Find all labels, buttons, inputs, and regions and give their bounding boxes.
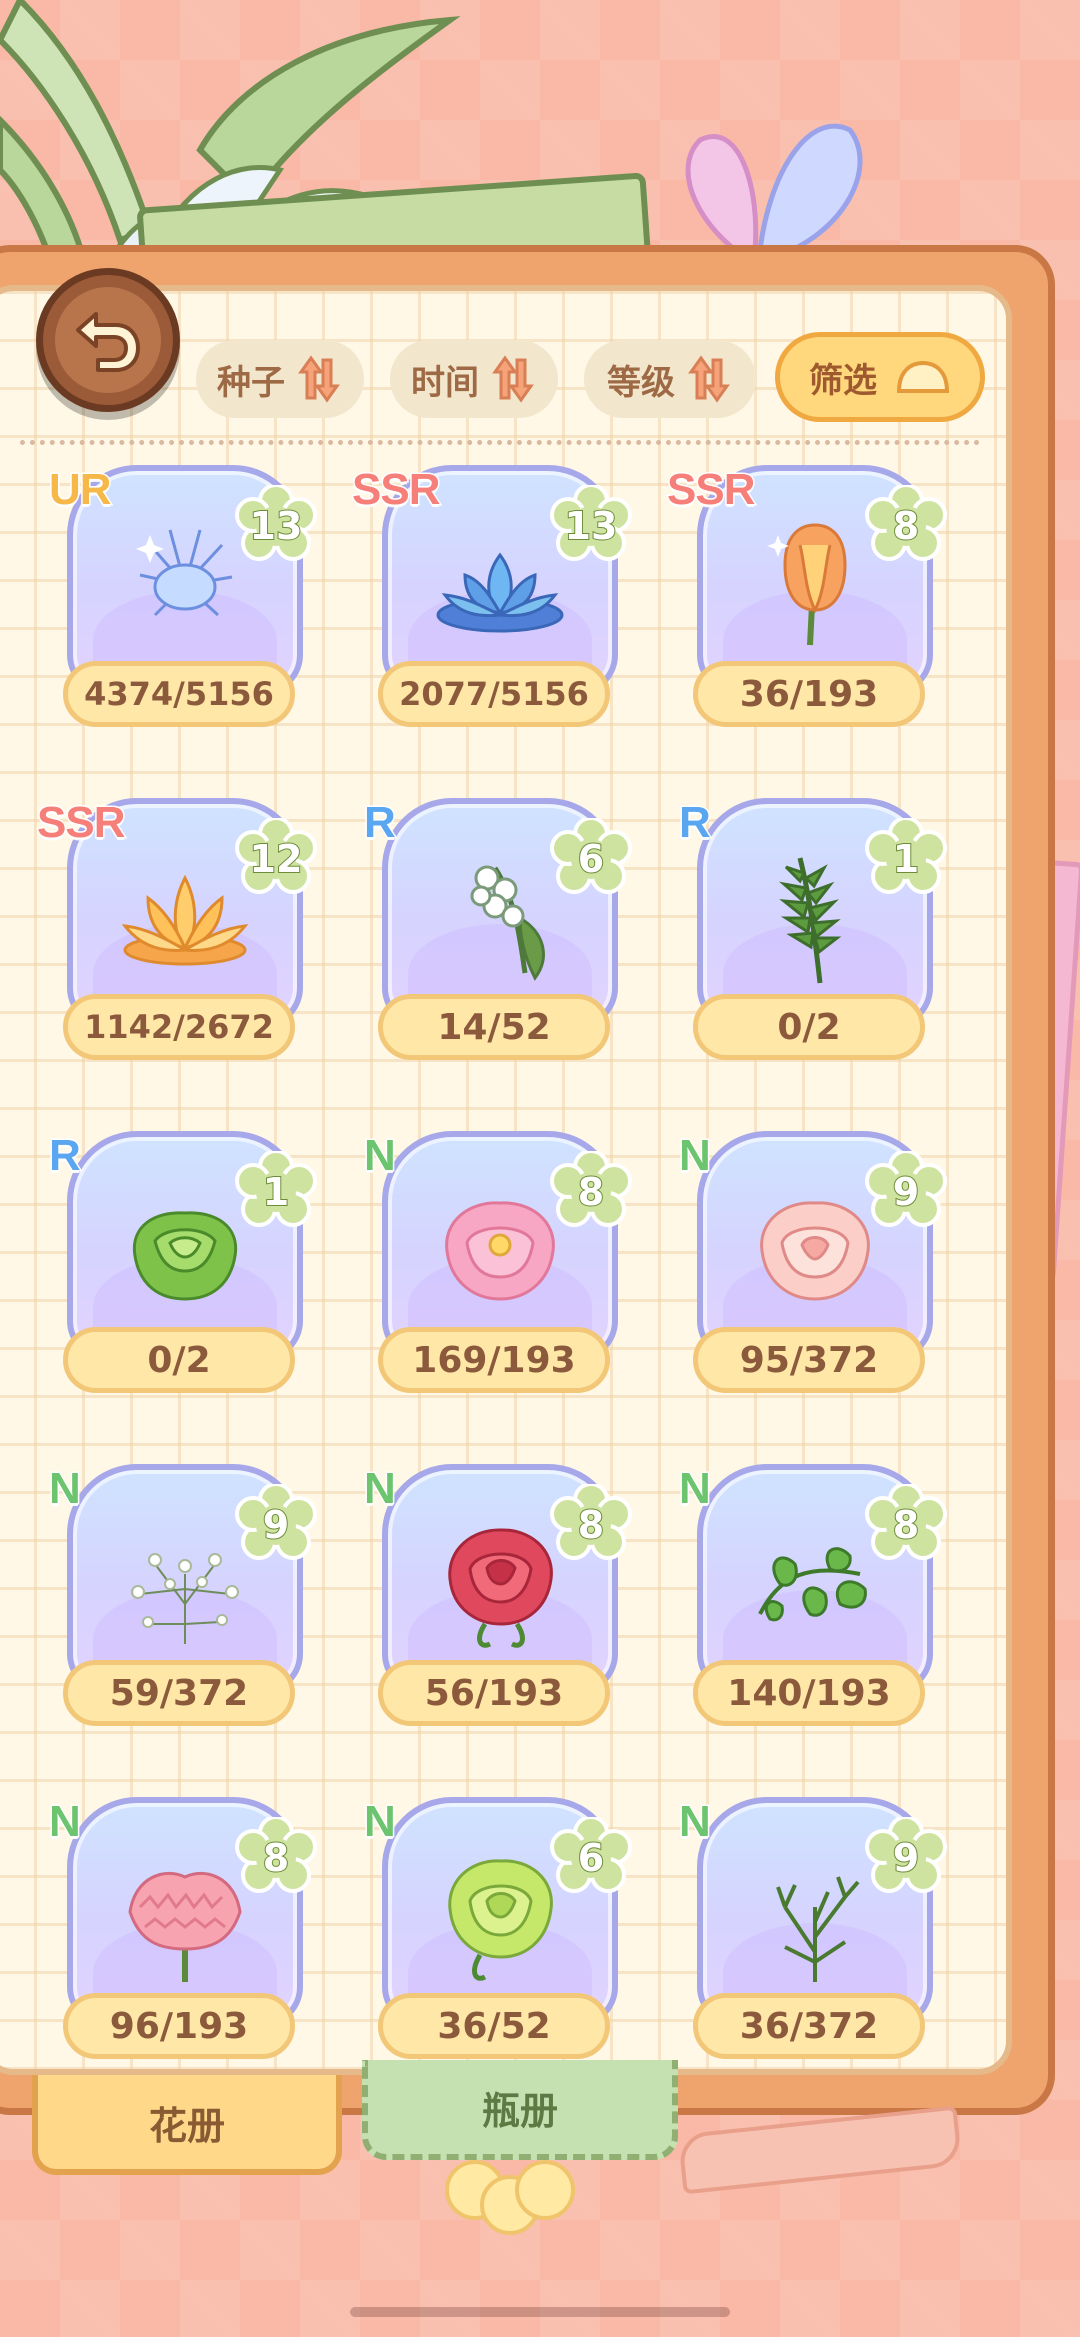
flower-card[interactable]: N 6 36/52 [363, 1796, 632, 2059]
home-indicator [350, 2307, 730, 2317]
level-value: 8 [892, 1502, 920, 1548]
sort-level-label: 等级 [607, 362, 675, 403]
rarity-badge: R [48, 1130, 83, 1182]
rarity-badge: R [363, 797, 398, 849]
level-badge: 12 [235, 818, 317, 900]
level-value: 8 [892, 503, 920, 549]
collection-count: 169/193 [378, 1327, 610, 1393]
level-badge: 1 [235, 1151, 317, 1233]
level-badge: 9 [865, 1151, 947, 1233]
flower-card[interactable]: N 9 36/372 [678, 1796, 947, 2059]
level-value: 8 [577, 1169, 605, 1215]
level-badge: 8 [550, 1484, 632, 1566]
flower-card[interactable]: N 9 95/372 [678, 1130, 947, 1393]
collection-count: 4374/5156 [63, 661, 295, 727]
flower-decoration [445, 2160, 575, 2235]
rarity-badge: N [363, 1130, 398, 1182]
flower-card[interactable]: R 1 0/2 [48, 1130, 317, 1393]
rarity-badge: UR [48, 464, 114, 516]
divider [20, 440, 980, 445]
level-value: 6 [577, 1835, 605, 1881]
collection-count: 56/193 [378, 1660, 610, 1726]
level-value: 12 [249, 836, 304, 882]
level-value: 8 [577, 1502, 605, 1548]
rarity-badge: N [678, 1130, 713, 1182]
flower-card[interactable]: SSR 8 36/193 [665, 464, 947, 727]
sort-arrows-icon [688, 355, 730, 403]
sort-arrows-icon [298, 355, 340, 403]
collection-count: 36/372 [693, 1993, 925, 2059]
level-badge: 8 [550, 1151, 632, 1233]
level-value: 8 [262, 1835, 290, 1881]
rarity-badge: R [678, 797, 713, 849]
collection-count: 95/372 [693, 1327, 925, 1393]
collection-count: 59/372 [63, 1660, 295, 1726]
collection-count: 36/52 [378, 1993, 610, 2059]
level-value: 13 [564, 503, 619, 549]
tab-flower-book-label: 花册 [148, 2103, 225, 2148]
flower-card[interactable]: SSR 13 2077/5156 [350, 464, 632, 727]
sort-level-button[interactable]: 等级 [584, 340, 756, 418]
sort-seed-label: 种子 [217, 362, 285, 403]
level-value: 9 [262, 1502, 290, 1548]
tab-flower-book[interactable]: 花册 [32, 2075, 342, 2175]
flower-card[interactable]: R 1 0/2 [678, 797, 947, 1060]
flower-card[interactable]: SSR 12 1142/2672 [35, 797, 317, 1060]
flower-card[interactable]: N 8 56/193 [363, 1463, 632, 1726]
flower-card[interactable]: N 8 96/193 [48, 1796, 317, 2059]
chevron-up-icon [896, 360, 950, 393]
sort-time-button[interactable]: 时间 [390, 340, 558, 418]
filter-button[interactable]: 筛选 [775, 332, 985, 422]
rarity-badge: N [363, 1796, 398, 1848]
level-badge: 9 [235, 1484, 317, 1566]
level-badge: 13 [235, 485, 317, 567]
level-badge: 8 [865, 485, 947, 567]
level-value: 1 [262, 1169, 290, 1215]
level-badge: 8 [865, 1484, 947, 1566]
collection-count: 36/193 [693, 661, 925, 727]
flower-card[interactable]: R 6 14/52 [363, 797, 632, 1060]
rarity-badge: SSR [665, 464, 757, 516]
level-badge: 8 [235, 1817, 317, 1899]
collection-count: 0/2 [63, 1327, 295, 1393]
level-badge: 9 [865, 1817, 947, 1899]
rarity-badge: N [363, 1463, 398, 1515]
rarity-badge: N [678, 1463, 713, 1515]
level-value: 13 [249, 503, 304, 549]
level-value: 1 [892, 836, 920, 882]
tab-bottle-book-label: 瓶册 [481, 2088, 558, 2133]
level-badge: 6 [550, 1817, 632, 1899]
level-value: 6 [577, 836, 605, 882]
level-value: 9 [892, 1835, 920, 1881]
tab-bottle-book[interactable]: 瓶册 [362, 2060, 678, 2160]
level-badge: 1 [865, 818, 947, 900]
collection-count: 0/2 [693, 994, 925, 1060]
level-badge: 6 [550, 818, 632, 900]
sort-arrows-icon [492, 355, 534, 403]
rarity-badge: SSR [350, 464, 442, 516]
collection-count: 96/193 [63, 1993, 295, 2059]
rarity-badge: N [48, 1796, 83, 1848]
flower-card[interactable]: N 8 169/193 [363, 1130, 632, 1393]
back-button[interactable] [36, 268, 180, 412]
flower-card[interactable]: UR 13 4374/5156 [48, 464, 317, 727]
rarity-badge: SSR [35, 797, 127, 849]
flower-card[interactable]: N 9 59/372 [48, 1463, 317, 1726]
collection-count: 140/193 [693, 1660, 925, 1726]
rarity-badge: N [678, 1796, 713, 1848]
level-value: 9 [892, 1169, 920, 1215]
collection-count: 14/52 [378, 994, 610, 1060]
level-badge: 13 [550, 485, 632, 567]
rarity-badge: N [48, 1463, 83, 1515]
collection-count: 2077/5156 [378, 661, 610, 727]
flower-card[interactable]: N 8 140/193 [678, 1463, 947, 1726]
filter-label: 筛选 [809, 360, 877, 401]
ribbon-decoration [677, 2105, 963, 2195]
sort-seed-button[interactable]: 种子 [196, 340, 364, 418]
sort-time-label: 时间 [411, 362, 479, 403]
return-arrow-icon [76, 312, 140, 372]
collection-count: 1142/2672 [63, 994, 295, 1060]
